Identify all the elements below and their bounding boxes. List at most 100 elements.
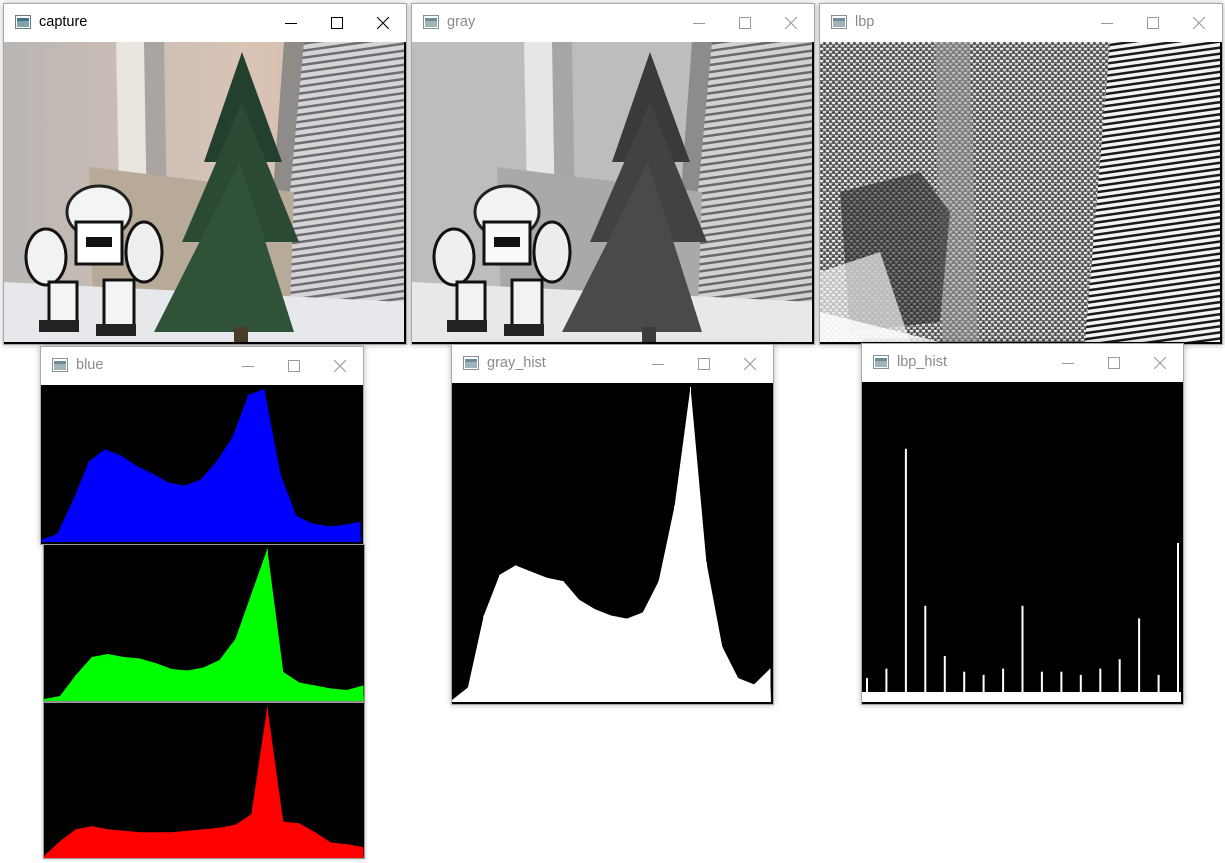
close-icon[interactable] [727, 345, 773, 383]
maximize-icon[interactable] [1091, 344, 1137, 382]
red-point [139, 832, 141, 858]
window-title: capture [39, 14, 88, 30]
green-point [266, 549, 268, 701]
lbp_hist-bar [1118, 659, 1121, 702]
title-bar[interactable]: lbp_hist [862, 344, 1183, 382]
gray_hist-point [499, 574, 501, 702]
green-point [123, 657, 125, 701]
maximize-icon[interactable] [271, 347, 317, 385]
gray_hist-point [658, 581, 660, 702]
lbp-histogram [862, 382, 1183, 704]
window-title: blue [76, 357, 104, 373]
green-histogram [43, 544, 365, 702]
lbp_hist-bar [904, 448, 907, 702]
gray_hist-point [467, 687, 469, 702]
green-point [219, 660, 220, 701]
green-point [362, 685, 364, 701]
close-icon[interactable] [360, 4, 406, 42]
green-point [330, 688, 332, 701]
green-point [44, 699, 45, 701]
window-title: gray [447, 14, 476, 30]
blue-window[interactable]: blue [40, 346, 364, 545]
lbp-window[interactable]: lbp [819, 3, 1223, 345]
lbp_hist-bar [1177, 543, 1179, 702]
red-point [107, 829, 109, 858]
opencv-window-icon [15, 15, 31, 29]
gray-window[interactable]: gray [411, 3, 815, 345]
title-bar[interactable]: capture [4, 4, 406, 42]
maximize-icon[interactable] [314, 4, 360, 42]
blue-point [263, 389, 265, 542]
gray_hist-point [690, 387, 691, 702]
lbp-hist-window[interactable]: lbp_hist [861, 343, 1184, 705]
green-point [346, 690, 348, 701]
red-point [314, 832, 316, 858]
blue-point [311, 523, 313, 542]
minimize-icon[interactable] [268, 4, 314, 42]
lbp_hist-bar [982, 674, 985, 702]
lbp_hist-bar [1099, 668, 1102, 702]
lbp_hist-bar [1021, 605, 1024, 702]
gray_hist-point [546, 577, 548, 702]
green-point [250, 594, 252, 701]
red-point [250, 814, 252, 858]
minimize-icon[interactable] [225, 347, 271, 385]
maximize-icon[interactable] [722, 4, 768, 42]
green-point [171, 669, 173, 701]
blue-point [120, 455, 122, 542]
lbp_hist-bar [1002, 668, 1005, 702]
minimize-icon[interactable] [1084, 4, 1130, 42]
red-point [362, 847, 364, 858]
capture-image [4, 42, 406, 344]
gray_hist-point [594, 609, 596, 702]
blue-point [168, 482, 170, 542]
lbp_hist-bar [924, 605, 927, 702]
blue-point [41, 540, 42, 542]
title-bar[interactable]: gray_hist [452, 345, 773, 383]
close-icon[interactable] [317, 347, 363, 385]
close-icon[interactable] [1137, 344, 1183, 382]
maximize-icon[interactable] [1130, 4, 1176, 42]
green-point [203, 667, 204, 701]
title-bar[interactable]: gray [412, 4, 814, 42]
minimize-icon[interactable] [1045, 344, 1091, 382]
opencv-window-icon [52, 358, 68, 372]
red-point [219, 827, 220, 858]
gray_hist-point [562, 581, 564, 702]
green-point [59, 696, 61, 701]
lbp_hist-bar [1079, 674, 1082, 702]
opencv-window-icon [463, 356, 479, 370]
close-icon[interactable] [1176, 4, 1222, 42]
minimize-icon[interactable] [676, 4, 722, 42]
red-point [330, 842, 332, 858]
capture-window[interactable]: capture [3, 3, 407, 345]
green-point [187, 670, 189, 701]
gray_hist-point [642, 612, 644, 702]
title-bar[interactable]: lbp [820, 4, 1222, 42]
green-point [155, 663, 157, 701]
opencv-window-icon [831, 15, 847, 29]
red-point [44, 856, 45, 858]
blue-point [247, 395, 249, 542]
gray_hist-point [753, 684, 755, 702]
gray_hist-point [531, 571, 532, 702]
maximize-icon[interactable] [681, 345, 727, 383]
red-point [187, 830, 189, 858]
gray-hist-window[interactable]: gray_hist [451, 344, 774, 705]
lbp_hist-bar [866, 678, 868, 702]
red-point [234, 824, 236, 858]
close-icon[interactable] [768, 4, 814, 42]
lbp_hist-bar [1040, 671, 1043, 702]
green-point [107, 654, 109, 701]
lbp_hist-bar [963, 671, 966, 702]
lbp_hist-bar [943, 656, 946, 702]
green-point [234, 639, 236, 701]
title-bar[interactable]: blue [41, 347, 363, 385]
gray-histogram [452, 383, 773, 704]
minimize-icon[interactable] [635, 345, 681, 383]
blue-point [56, 534, 58, 542]
red-point [75, 829, 77, 858]
gray_hist-point [610, 615, 612, 702]
gray_hist-point [769, 668, 771, 702]
gray_hist-point [578, 599, 580, 702]
